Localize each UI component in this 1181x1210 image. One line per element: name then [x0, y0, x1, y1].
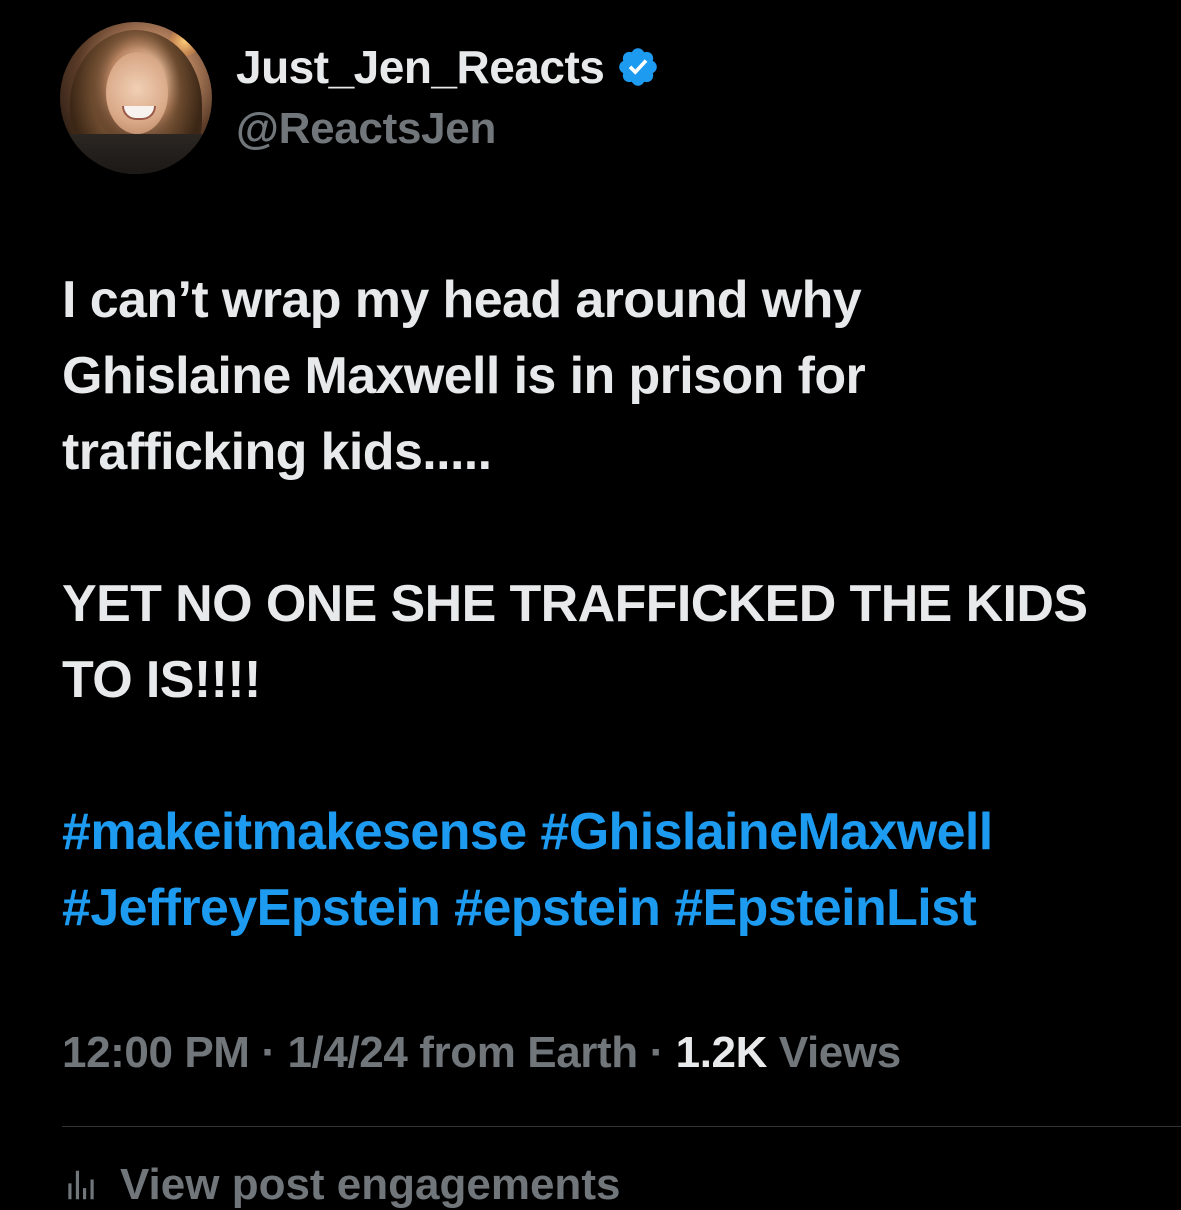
hashtag-line: #JeffreyEpstein #epstein #EpsteinList: [62, 870, 1172, 946]
tweet-meta: 12:00 PM · 1/4/24 from Earth · 1.2K View…: [62, 1028, 901, 1078]
avatar-jacket: [60, 134, 212, 174]
author-display-name[interactable]: Just_Jen_Reacts: [236, 40, 605, 94]
author-name-row: Just_Jen_Reacts: [236, 38, 660, 96]
tweet-time[interactable]: 12:00 PM: [62, 1028, 250, 1077]
hashtag-link[interactable]: #EpsteinList: [674, 879, 977, 937]
tweet-line: TO IS!!!!: [62, 651, 261, 709]
divider: [62, 1126, 1181, 1127]
tweet-line: YET NO ONE SHE TRAFFICKED THE KIDS: [62, 575, 1088, 633]
view-engagements-link[interactable]: View post engagements: [62, 1160, 620, 1210]
views-count: 1.2K: [675, 1028, 768, 1077]
tweet-line: Ghislaine Maxwell is in prison for: [62, 347, 866, 405]
avatar[interactable]: [60, 22, 212, 174]
hashtag-link[interactable]: #makeitmakesense: [62, 803, 527, 861]
tweet-line: trafficking kids.....: [62, 423, 492, 481]
tweet-line: I can’t wrap my head around why: [62, 271, 862, 329]
views-label: Views: [778, 1028, 901, 1077]
tweet-date[interactable]: 1/4/24: [287, 1028, 407, 1077]
hashtag-link[interactable]: #JeffreyEpstein: [62, 879, 441, 937]
tweet-card: Just_Jen_Reacts @ReactsJen I can’t wrap …: [0, 0, 1181, 1209]
verified-badge-icon[interactable]: [616, 45, 660, 89]
hashtag-line: #makeitmakesense #GhislaineMaxwell: [62, 794, 1172, 870]
bar-chart-icon: [68, 1170, 94, 1200]
author-handle[interactable]: @ReactsJen: [236, 104, 496, 154]
hashtag-link[interactable]: #epstein: [454, 879, 661, 937]
tweet-body: I can’t wrap my head around why Ghislain…: [62, 262, 1172, 946]
meta-separator: ·: [649, 1028, 665, 1077]
tweet-source: from Earth: [419, 1028, 638, 1077]
meta-separator: ·: [261, 1028, 276, 1077]
hashtag-link[interactable]: #GhislaineMaxwell: [540, 803, 993, 861]
view-engagements-label: View post engagements: [120, 1160, 621, 1209]
avatar-face: [106, 52, 168, 134]
